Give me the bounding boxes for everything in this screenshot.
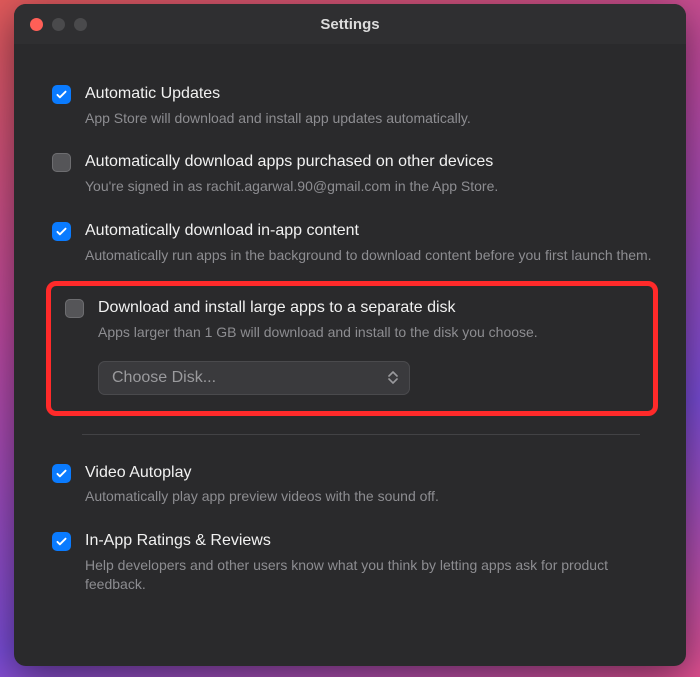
chevron-updown-icon [386, 368, 400, 388]
minimize-window-button[interactable] [52, 18, 65, 31]
settings-window: Settings Automatic Updates App Store wil… [14, 4, 686, 666]
setting-description: Help developers and other users know wha… [85, 556, 660, 595]
setting-automatic-updates: Automatic Updates App Store will downloa… [32, 74, 668, 142]
highlight-annotation: Download and install large apps to a sep… [46, 281, 658, 415]
checkbox-large-apps-disk[interactable] [65, 299, 84, 318]
setting-description: Apps larger than 1 GB will download and … [98, 323, 641, 343]
settings-body: Automatic Updates App Store will downloa… [14, 44, 686, 629]
close-window-button[interactable] [30, 18, 43, 31]
setting-description: App Store will download and install app … [85, 109, 660, 129]
checkmark-icon [55, 535, 68, 548]
checkbox-auto-download-inapp[interactable] [52, 222, 71, 241]
select-placeholder: Choose Disk... [112, 369, 216, 387]
setting-label: Video Autoplay [85, 463, 660, 484]
titlebar: Settings [14, 4, 686, 44]
setting-video-autoplay: Video Autoplay Automatically play app pr… [32, 453, 668, 521]
checkbox-video-autoplay[interactable] [52, 464, 71, 483]
setting-large-apps-disk: Download and install large apps to a sep… [55, 292, 649, 350]
divider [82, 434, 640, 435]
setting-description: Automatically run apps in the background… [85, 246, 660, 266]
checkmark-icon [55, 225, 68, 238]
setting-label: Download and install large apps to a sep… [98, 298, 641, 319]
setting-auto-download-inapp: Automatically download in-app content Au… [32, 211, 668, 279]
zoom-window-button[interactable] [74, 18, 87, 31]
checkmark-icon [55, 88, 68, 101]
checkbox-automatic-updates[interactable] [52, 85, 71, 104]
setting-ratings-reviews: In-App Ratings & Reviews Help developers… [32, 521, 668, 609]
choose-disk-select[interactable]: Choose Disk... [98, 361, 410, 395]
window-controls [14, 18, 87, 31]
checkbox-ratings-reviews[interactable] [52, 532, 71, 551]
checkmark-icon [55, 467, 68, 480]
setting-label: Automatically download apps purchased on… [85, 152, 660, 173]
setting-label: Automatically download in-app content [85, 221, 660, 242]
checkbox-auto-download-purchased[interactable] [52, 153, 71, 172]
setting-label: In-App Ratings & Reviews [85, 531, 660, 552]
setting-description: Automatically play app preview videos wi… [85, 487, 660, 507]
setting-description: You're signed in as rachit.agarwal.90@gm… [85, 177, 660, 197]
setting-auto-download-purchased: Automatically download apps purchased on… [32, 142, 668, 210]
window-title: Settings [14, 16, 686, 33]
setting-label: Automatic Updates [85, 84, 660, 105]
